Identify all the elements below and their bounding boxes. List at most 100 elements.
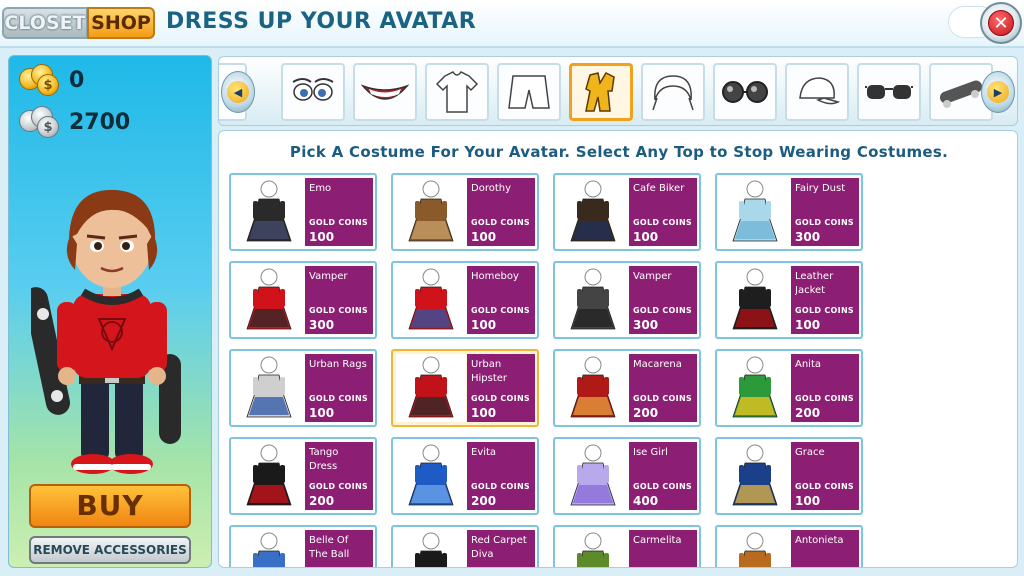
costume-info: Homeboy GOLD COINS 100 xyxy=(467,266,535,334)
scroll-left-button[interactable]: ◀ xyxy=(221,71,255,113)
costume-card[interactable]: Vamper GOLD COINS 300 xyxy=(229,261,377,339)
costume-info: Grace GOLD COINS 100 xyxy=(791,442,859,510)
costume-info: Leather Jacket GOLD COINS 100 xyxy=(791,266,859,334)
silver-balance: $ 2700 xyxy=(19,106,130,138)
costume-price: 100 xyxy=(471,318,497,332)
costume-card[interactable]: Anita GOLD COINS 200 xyxy=(715,349,863,427)
costume-card[interactable]: Emo GOLD COINS 100 xyxy=(229,173,377,251)
costume-price: 200 xyxy=(471,494,497,508)
avatar-panel: $ 0 $ 2700 BUY REMOVE ACCESSORIES xyxy=(8,55,212,568)
currency-label: GOLD COINS xyxy=(633,482,692,491)
costume-thumbnail xyxy=(234,266,304,334)
currency-label: GOLD COINS xyxy=(633,218,692,227)
costume-thumbnail xyxy=(720,442,790,510)
currency-label: GOLD COINS xyxy=(795,482,854,491)
skateboard-icon xyxy=(939,80,983,108)
costume-info: Evita GOLD COINS 200 xyxy=(467,442,535,510)
tab-closet[interactable]: CLOSET xyxy=(2,7,88,39)
costume-thumbnail xyxy=(720,530,790,567)
costume-thumbnail xyxy=(558,266,628,334)
costume-thumbnail xyxy=(396,354,466,422)
costume-card[interactable]: Grace GOLD COINS 100 xyxy=(715,437,863,515)
costume-thumbnail xyxy=(234,530,304,567)
category-shirt[interactable] xyxy=(425,63,489,121)
category-glasses[interactable] xyxy=(713,63,777,121)
costume-card[interactable]: Antonieta xyxy=(715,525,863,567)
costume-card[interactable]: Fairy Dust GOLD COINS 300 xyxy=(715,173,863,251)
costume-card[interactable]: Urban Hipster GOLD COINS 100 xyxy=(391,349,539,427)
remove-accessories-button[interactable]: REMOVE ACCESSORIES xyxy=(29,536,191,564)
costume-card[interactable]: Homeboy GOLD COINS 100 xyxy=(391,261,539,339)
costume-card[interactable]: Macarena GOLD COINS 200 xyxy=(553,349,701,427)
costume-name: Anita xyxy=(795,359,822,370)
category-shorts[interactable] xyxy=(497,63,561,121)
category-hair[interactable] xyxy=(641,63,705,121)
costume-thumbnail xyxy=(558,442,628,510)
costume-thumbnail xyxy=(234,178,304,246)
costume-price: 100 xyxy=(633,230,659,244)
costume-grid: Emo GOLD COINS 100 Dorothy GOLD COINS 100 Cafe… xyxy=(229,173,1009,567)
costume-price: 100 xyxy=(795,318,821,332)
costume-thumbnail xyxy=(396,266,466,334)
costume-info: Ise Girl GOLD COINS 400 xyxy=(629,442,697,510)
costume-info: Urban Hipster GOLD COINS 100 xyxy=(467,354,535,422)
category-sunglasses[interactable] xyxy=(857,63,921,121)
shorts-icon xyxy=(508,75,550,109)
costume-card[interactable]: Red Carpet Diva xyxy=(391,525,539,567)
costume-info: Fairy Dust GOLD COINS 300 xyxy=(791,178,859,246)
shirt-icon xyxy=(435,71,479,113)
costume-info: Emo GOLD COINS 100 xyxy=(305,178,373,246)
currency-label: GOLD COINS xyxy=(471,394,530,403)
scroll-right-button[interactable]: ▶ xyxy=(981,71,1015,113)
category-costume[interactable] xyxy=(569,63,633,121)
category-eyes[interactable] xyxy=(281,63,345,121)
currency-label: GOLD COINS xyxy=(309,394,368,403)
costume-card[interactable]: Tango Dress GOLD COINS 200 xyxy=(229,437,377,515)
costume-name: Dorothy xyxy=(471,183,512,194)
costume-name: Carmelita xyxy=(633,535,682,546)
buy-button[interactable]: BUY xyxy=(29,484,191,528)
currency-label: GOLD COINS xyxy=(795,394,854,403)
close-button[interactable]: ✕ xyxy=(980,2,1022,44)
currency-label: GOLD COINS xyxy=(795,306,854,315)
costume-icon xyxy=(585,72,615,112)
costume-info: Dorothy GOLD COINS 100 xyxy=(467,178,535,246)
costume-name: Tango Dress xyxy=(309,447,339,472)
costume-thumbnail xyxy=(396,530,466,567)
costume-card[interactable]: Belle Of The Ball xyxy=(229,525,377,567)
hair-icon xyxy=(652,75,694,111)
costume-card[interactable]: Carmelita xyxy=(553,525,701,567)
costume-name: Vamper xyxy=(633,271,672,282)
gold-balance: $ 0 xyxy=(19,64,84,96)
costume-price: 300 xyxy=(795,230,821,244)
costume-name: Urban Hipster xyxy=(471,359,508,384)
costume-thumbnail xyxy=(558,178,628,246)
costume-price: 100 xyxy=(309,230,335,244)
costume-name: Red Carpet Diva xyxy=(471,535,527,560)
arrow-left-icon: ◀ xyxy=(227,81,249,103)
currency-label: GOLD COINS xyxy=(633,394,692,403)
costume-price: 300 xyxy=(309,318,335,332)
top-bar: CLOSET SHOP DRESS UP YOUR AVATAR ✕ xyxy=(0,0,1024,48)
close-icon: ✕ xyxy=(988,10,1014,36)
costume-card[interactable]: Cafe Biker GOLD COINS 100 xyxy=(553,173,701,251)
silver-coins-icon: $ xyxy=(19,106,63,138)
tab-shop[interactable]: SHOP xyxy=(87,7,155,39)
costume-card[interactable]: Dorothy GOLD COINS 100 xyxy=(391,173,539,251)
currency-label: GOLD COINS xyxy=(471,306,530,315)
currency-label: GOLD COINS xyxy=(309,306,368,315)
costume-card[interactable]: Urban Rags GOLD COINS 100 xyxy=(229,349,377,427)
costume-thumbnail xyxy=(558,530,628,567)
category-cap[interactable] xyxy=(785,63,849,121)
costume-card[interactable]: Evita GOLD COINS 200 xyxy=(391,437,539,515)
category-mouth[interactable] xyxy=(353,63,417,121)
costume-info: Antonieta xyxy=(791,530,859,567)
costume-card[interactable]: Ise Girl GOLD COINS 400 xyxy=(553,437,701,515)
costume-price: 100 xyxy=(471,406,497,420)
costume-name: Antonieta xyxy=(795,535,844,546)
costume-card[interactable]: Leather Jacket GOLD COINS 100 xyxy=(715,261,863,339)
avatar xyxy=(23,174,191,484)
costume-thumbnail xyxy=(720,266,790,334)
costume-card[interactable]: Vamper GOLD COINS 300 xyxy=(553,261,701,339)
costume-info: Carmelita xyxy=(629,530,697,567)
